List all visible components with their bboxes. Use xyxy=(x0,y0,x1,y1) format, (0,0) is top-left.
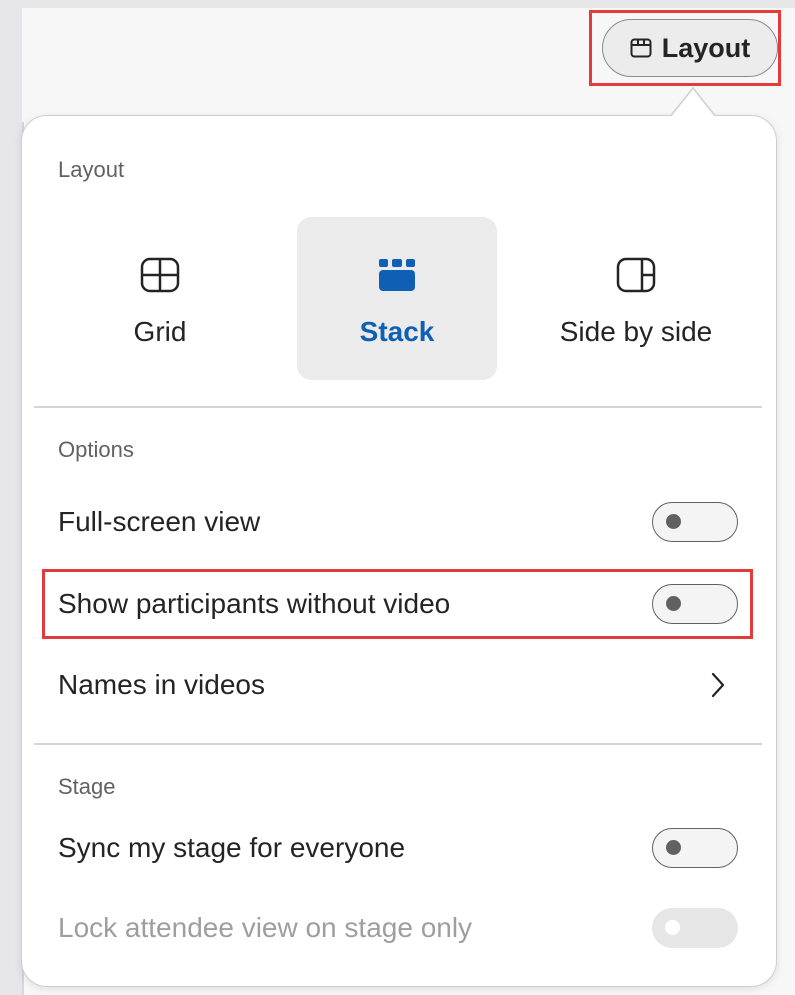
section-divider xyxy=(34,743,762,745)
popover-arrow xyxy=(670,86,716,118)
side-by-side-icon xyxy=(616,257,656,298)
sync-stage-row[interactable]: Sync my stage for everyone xyxy=(58,818,738,878)
toggle-knob xyxy=(665,920,680,935)
lock-attendee-row: Lock attendee view on stage only xyxy=(58,898,738,958)
names-in-videos-label: Names in videos xyxy=(58,669,265,700)
side-by-side-label: Side by side xyxy=(559,316,713,347)
sync-stage-toggle[interactable] xyxy=(652,828,738,868)
stack-label: Stack xyxy=(359,316,435,347)
stage-section-title: Stage xyxy=(58,774,116,799)
sync-stage-label: Sync my stage for everyone xyxy=(58,832,406,863)
layout-section-title: Layout xyxy=(58,157,125,182)
full-screen-row[interactable]: Full-screen view xyxy=(58,492,738,552)
names-in-videos-row[interactable]: Names in videos xyxy=(58,655,738,715)
lock-attendee-toggle xyxy=(652,908,738,948)
show-participants-highlight xyxy=(42,569,753,639)
layout-button-highlight xyxy=(589,10,781,86)
layout-option-stack[interactable]: Stack xyxy=(297,217,497,380)
layout-option-grid[interactable]: Grid xyxy=(60,217,260,380)
section-divider xyxy=(34,406,762,408)
chevron-right-icon xyxy=(710,672,738,698)
full-screen-toggle[interactable] xyxy=(652,502,738,542)
full-screen-label: Full-screen view xyxy=(58,506,261,537)
grid-icon xyxy=(140,257,180,298)
layout-option-side-by-side[interactable]: Side by side xyxy=(536,217,736,380)
grid-label: Grid xyxy=(133,316,187,347)
toggle-knob xyxy=(666,840,681,855)
lock-attendee-label: Lock attendee view on stage only xyxy=(58,912,473,943)
options-section-title: Options xyxy=(58,437,134,462)
stack-icon xyxy=(377,257,417,298)
toggle-knob xyxy=(666,514,681,529)
